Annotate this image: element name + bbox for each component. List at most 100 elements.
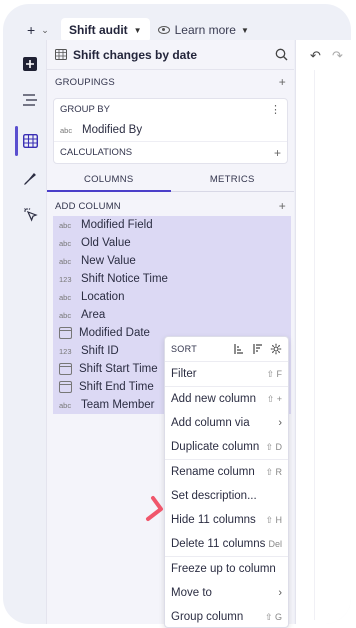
eye-icon [157, 26, 170, 34]
rail-brush-button[interactable] [15, 164, 45, 194]
calendar-icon [59, 381, 72, 393]
shortcut-hint: ⇧ G [264, 611, 282, 622]
group-by-header: GROUP BY ⋮ [54, 99, 287, 119]
add-column-icon[interactable]: + [279, 199, 286, 213]
sort-descending-icon[interactable] [252, 343, 264, 355]
type-tag: abc [59, 256, 72, 266]
type-tag: abc [59, 238, 72, 248]
group-by-item[interactable]: abc Modified By [54, 119, 287, 141]
panel-tabs: COLUMNS METRICS [47, 168, 294, 192]
column-label: Modified Date [79, 327, 150, 339]
rail-outline-button[interactable] [15, 85, 45, 115]
shortcut-hint: ⇧ R [265, 466, 282, 477]
rail-add-button[interactable] [15, 49, 45, 79]
list-item[interactable]: abc New Value [53, 252, 291, 270]
redo-icon[interactable]: ↷ [332, 48, 343, 64]
calculations-label: CALCULATIONS [60, 147, 133, 158]
tab-label: Shift audit [69, 23, 128, 37]
plus-icon: + [27, 22, 36, 38]
plus-square-icon [23, 57, 37, 71]
menu-item-duplicate-column[interactable]: Duplicate column ⇧ D [165, 435, 288, 459]
menu-item-label: Duplicate column [171, 441, 260, 453]
menu-item-add-new-column[interactable]: Add new column ⇧ + [165, 387, 288, 411]
left-rail [15, 46, 45, 624]
gear-icon[interactable] [270, 343, 282, 355]
column-label: New Value [81, 255, 136, 267]
column-label: Shift End Time [79, 381, 154, 393]
column-label: Old Value [81, 237, 131, 249]
add-calculation-icon[interactable]: + [274, 146, 281, 160]
menu-item-label: Hide 11 columns [171, 514, 256, 526]
menu-item-move-to[interactable]: Move to › [165, 581, 288, 605]
tab-columns[interactable]: COLUMNS [47, 168, 171, 192]
menu-item-hide-columns[interactable]: Hide 11 columns ⇧ H [165, 508, 288, 532]
list-item[interactable]: abc Location [53, 288, 291, 306]
add-grouping-icon[interactable]: + [279, 75, 286, 89]
groupings-label: GROUPINGS [55, 76, 115, 88]
group-by-box: GROUP BY ⋮ abc Modified By CALCULATIONS … [53, 98, 288, 164]
shortcut-hint: ⇧ H [265, 514, 282, 525]
table-icon [22, 134, 38, 148]
undo-icon[interactable]: ↶ [310, 48, 321, 64]
calculations-header: CALCULATIONS + [54, 141, 287, 163]
list-item[interactable]: abc Area [53, 306, 291, 324]
outline-list-icon [23, 94, 37, 106]
menu-item-label: Move to [171, 587, 212, 599]
tab-shift-audit[interactable]: Shift audit ▼ [61, 18, 150, 42]
chevron-right-icon: › [278, 417, 282, 429]
column-label: Modified Field [81, 219, 153, 231]
add-column-row: ADD COLUMN + [47, 194, 294, 218]
calendar-icon [59, 363, 72, 375]
menu-item-set-description[interactable]: Set description... [165, 484, 288, 508]
chevron-right-icon: › [278, 587, 282, 599]
learn-more-button[interactable]: Learn more ▼ [150, 18, 257, 42]
menu-item-add-column-via[interactable]: Add column via › [165, 411, 288, 435]
sort-ascending-icon[interactable] [233, 343, 245, 355]
menu-item-label: Add new column [171, 393, 257, 405]
group-by-label: GROUP BY [60, 103, 110, 115]
menu-item-rename-column[interactable]: Rename column ⇧ R [165, 460, 288, 484]
menu-item-label: Delete 11 columns [171, 538, 266, 550]
search-icon[interactable] [275, 48, 288, 61]
caret-down-icon: ▼ [240, 25, 249, 35]
type-tag: abc [59, 310, 72, 320]
paint-brush-icon [24, 173, 36, 185]
menu-item-freeze-column[interactable]: Freeze up to column [165, 557, 288, 581]
type-tag: abc [60, 125, 73, 135]
menu-item-label: Group column [171, 611, 244, 623]
menu-item-label: Rename column [171, 466, 255, 478]
add-column-label: ADD COLUMN [55, 200, 121, 212]
column-label: Shift Notice Time [81, 273, 168, 285]
table-icon [55, 49, 67, 60]
rail-select-button[interactable] [15, 199, 45, 229]
list-item[interactable]: abc Old Value [53, 234, 291, 252]
sort-row: SORT [165, 337, 288, 361]
list-item[interactable]: abc Modified Field [53, 216, 291, 234]
column-context-menu: SORT Filter ⇧ F Add new column ⇧ + Add col… [164, 336, 289, 628]
column-label: Shift ID [81, 345, 119, 357]
pointer-arrow-icon [146, 496, 163, 521]
menu-item-label: Filter [171, 368, 197, 380]
menu-item-label: Freeze up to column [171, 563, 276, 575]
panel-header: Shift changes by date [47, 40, 294, 70]
shortcut-hint: Del [268, 539, 282, 549]
divider [314, 70, 315, 620]
column-label: Shift Start Time [79, 363, 158, 375]
groupings-header: GROUPINGS + [47, 70, 294, 94]
menu-item-delete-columns[interactable]: Delete 11 columns Del [165, 532, 288, 556]
column-label: Location [81, 291, 125, 303]
menu-item-group-column[interactable]: Group column ⇧ G [165, 605, 288, 627]
calendar-icon [59, 327, 72, 339]
tab-metrics[interactable]: METRICS [171, 168, 295, 191]
menu-item-filter[interactable]: Filter ⇧ F [165, 362, 288, 386]
rail-table-button[interactable] [15, 126, 45, 156]
menu-item-label: Add column via [171, 417, 250, 429]
shortcut-hint: ⇧ D [265, 441, 282, 452]
type-tag: abc [59, 292, 72, 302]
column-label: Area [81, 309, 106, 321]
type-tag: 123 [59, 346, 72, 356]
list-item[interactable]: 123 Shift Notice Time [53, 270, 291, 288]
type-tag: abc [59, 400, 72, 410]
more-options-icon[interactable]: ⋮ [270, 103, 281, 116]
column-label: Team Member [81, 399, 155, 411]
